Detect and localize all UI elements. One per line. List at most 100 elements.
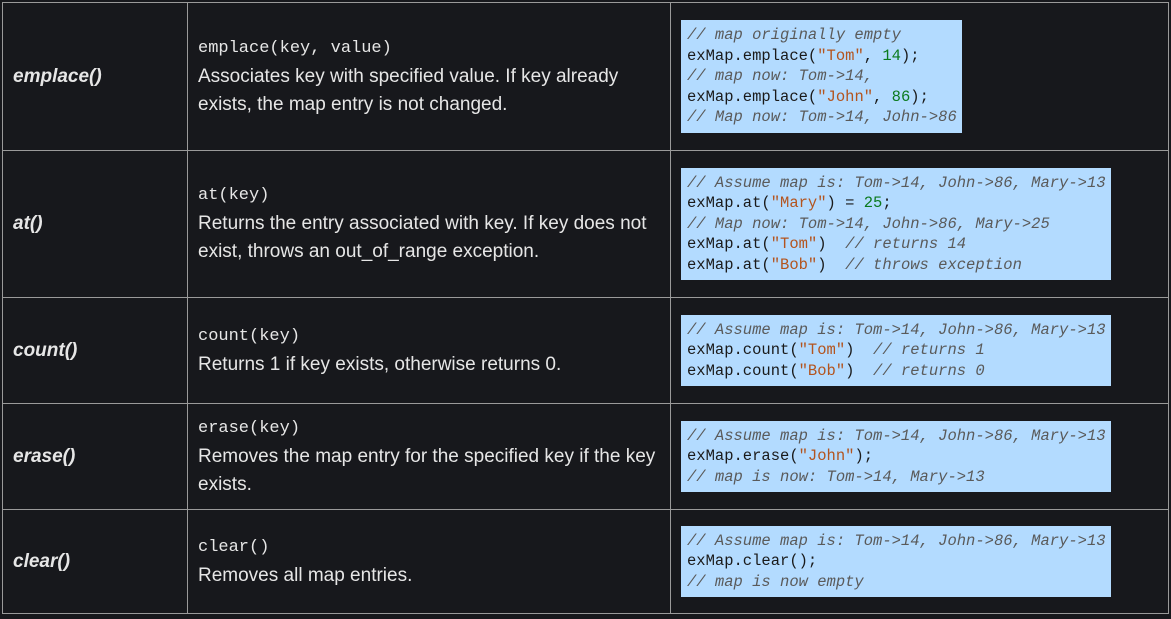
function-name: clear()	[13, 550, 71, 572]
code-line: // Assume map is: Tom->14, John->86, Mar…	[687, 426, 1106, 447]
description-cell: count(key) Returns 1 if key exists, othe…	[187, 297, 671, 404]
function-name-cell: at()	[2, 150, 188, 298]
code-token: // Assume map is: Tom->14, John->86, Mar…	[687, 320, 1106, 339]
code-line: exMap.erase("John");	[687, 446, 1106, 467]
code-token: // map is now: Tom->14, Mary->13	[687, 467, 985, 486]
description-cell: clear() Removes all map entries.	[187, 509, 671, 614]
table-row: erase() erase(key) Removes the map entry…	[2, 403, 1169, 510]
code-line: // map originally empty	[687, 25, 957, 46]
code-token: // returns 1	[873, 341, 985, 360]
function-signature: emplace(key, value)	[198, 38, 392, 58]
function-signature: count(key)	[198, 326, 301, 346]
code-token: ,	[863, 46, 883, 65]
code-line: // Map now: Tom->14, John->86, Mary->25	[687, 214, 1106, 235]
code-token: );	[854, 447, 874, 466]
code-token: "Mary"	[770, 194, 827, 213]
code-token: // map now: Tom->14,	[687, 67, 874, 86]
code-token: )	[845, 341, 874, 360]
code-line: // Assume map is: Tom->14, John->86, Mar…	[687, 531, 1106, 552]
code-token: );	[900, 46, 920, 65]
map-functions-table: emplace() emplace(key, value) Associates…	[2, 2, 1169, 614]
code-example: // Assume map is: Tom->14, John->86, Mar…	[681, 525, 1111, 598]
example-cell: // map originally empty exMap.emplace("To…	[670, 2, 1169, 151]
function-description: Removes the map entry for the specified …	[198, 445, 656, 495]
code-line: // Assume map is: Tom->14, John->86, Mar…	[687, 173, 1106, 194]
function-description: Returns 1 if key exists, otherwise retur…	[198, 353, 562, 375]
function-signature: clear()	[198, 537, 270, 557]
code-token: );	[910, 87, 929, 106]
description-cell: erase(key) Removes the map entry for the…	[187, 403, 671, 510]
code-example: // Assume map is: Tom->14, John->86, Mar…	[681, 167, 1111, 281]
code-token: // returns 0	[873, 361, 985, 380]
code-token: "Tom"	[817, 46, 864, 65]
code-token: ;	[882, 194, 892, 213]
code-line: // Assume map is: Tom->14, John->86, Mar…	[687, 320, 1106, 341]
table-row: count() count(key) Returns 1 if key exis…	[2, 297, 1169, 404]
code-token: // Assume map is: Tom->14, John->86, Mar…	[687, 426, 1106, 445]
code-token: 86	[891, 87, 911, 106]
example-cell: // Assume map is: Tom->14, John->86, Mar…	[670, 297, 1169, 404]
code-token: exMap.at(	[687, 235, 771, 254]
code-line: exMap.emplace("Tom", 14);	[687, 46, 957, 67]
code-token: "Tom"	[770, 235, 818, 254]
code-line: // map is now empty	[687, 572, 1106, 593]
code-token: exMap.erase(	[687, 447, 799, 466]
function-signature: at(key)	[198, 186, 270, 205]
code-token: ,	[873, 87, 892, 106]
code-token: ) =	[826, 194, 864, 213]
function-name-cell: clear()	[2, 509, 188, 614]
example-cell: // Assume map is: Tom->14, John->86, Mar…	[670, 403, 1169, 510]
function-name: erase()	[13, 445, 76, 467]
table-row: clear() clear() Removes all map entries.…	[2, 509, 1169, 614]
function-name: emplace()	[13, 65, 102, 87]
code-token: )	[817, 255, 846, 274]
table-body: emplace() emplace(key, value) Associates…	[2, 2, 1169, 614]
code-line: // map is now: Tom->14, Mary->13	[687, 467, 1106, 488]
code-token: // map originally empty	[687, 26, 901, 45]
code-token: exMap.count(	[687, 341, 799, 360]
description-cell: at(key) Returns the entry associated wit…	[187, 150, 671, 298]
function-description: Associates key with specified value. If …	[198, 65, 619, 115]
code-line: exMap.clear();	[687, 551, 1106, 572]
description-cell: emplace(key, value) Associates key with …	[187, 2, 671, 151]
function-name-cell: emplace()	[2, 2, 188, 151]
code-line: exMap.emplace("John", 86);	[687, 87, 957, 108]
code-line: exMap.at("Bob") // throws exception	[687, 255, 1106, 276]
code-token: // map is now empty	[687, 572, 864, 591]
code-token: // returns 14	[845, 235, 967, 254]
code-token: "Bob"	[770, 255, 818, 274]
function-name-cell: count()	[2, 297, 188, 404]
code-token: exMap.emplace(	[687, 46, 818, 65]
table-row: at() at(key) Returns the entry associate…	[2, 150, 1169, 298]
code-line: exMap.at("Mary") = 25;	[687, 193, 1106, 214]
code-token: // Map now: Tom->14, John->86, Mary->25	[687, 214, 1050, 233]
code-token: exMap.at(	[687, 255, 771, 274]
code-token: )	[845, 361, 874, 380]
code-example: // Assume map is: Tom->14, John->86, Mar…	[681, 420, 1111, 493]
code-token: "John"	[798, 447, 855, 466]
code-token: // Map now: Tom->14, John->86	[687, 108, 957, 127]
example-cell: // Assume map is: Tom->14, John->86, Mar…	[670, 150, 1169, 298]
code-line: exMap.at("Tom") // returns 14	[687, 234, 1106, 255]
code-token: "John"	[817, 87, 874, 106]
code-token: // Assume map is: Tom->14, John->86, Mar…	[687, 173, 1106, 192]
code-line: exMap.count("Bob") // returns 0	[687, 361, 1106, 382]
code-token: // Assume map is: Tom->14, John->86, Mar…	[687, 531, 1106, 550]
code-line: exMap.count("Tom") // returns 1	[687, 340, 1106, 361]
code-token: 14	[882, 46, 901, 65]
function-description: Removes all map entries.	[198, 564, 413, 586]
code-token: 25	[863, 194, 883, 213]
code-token: exMap.count(	[687, 361, 799, 380]
code-token: exMap.emplace(	[687, 87, 818, 106]
code-token: "Bob"	[798, 361, 846, 380]
table-row: emplace() emplace(key, value) Associates…	[2, 2, 1169, 151]
function-signature: erase(key)	[198, 418, 301, 438]
example-cell: // Assume map is: Tom->14, John->86, Mar…	[670, 509, 1169, 614]
function-name: count()	[13, 339, 78, 361]
code-token: exMap.at(	[687, 194, 771, 213]
code-example: // Assume map is: Tom->14, John->86, Mar…	[681, 314, 1111, 387]
function-name: at()	[13, 213, 43, 234]
function-name-cell: erase()	[2, 403, 188, 510]
code-token: )	[817, 235, 846, 254]
code-token: // throws exception	[845, 255, 1022, 274]
